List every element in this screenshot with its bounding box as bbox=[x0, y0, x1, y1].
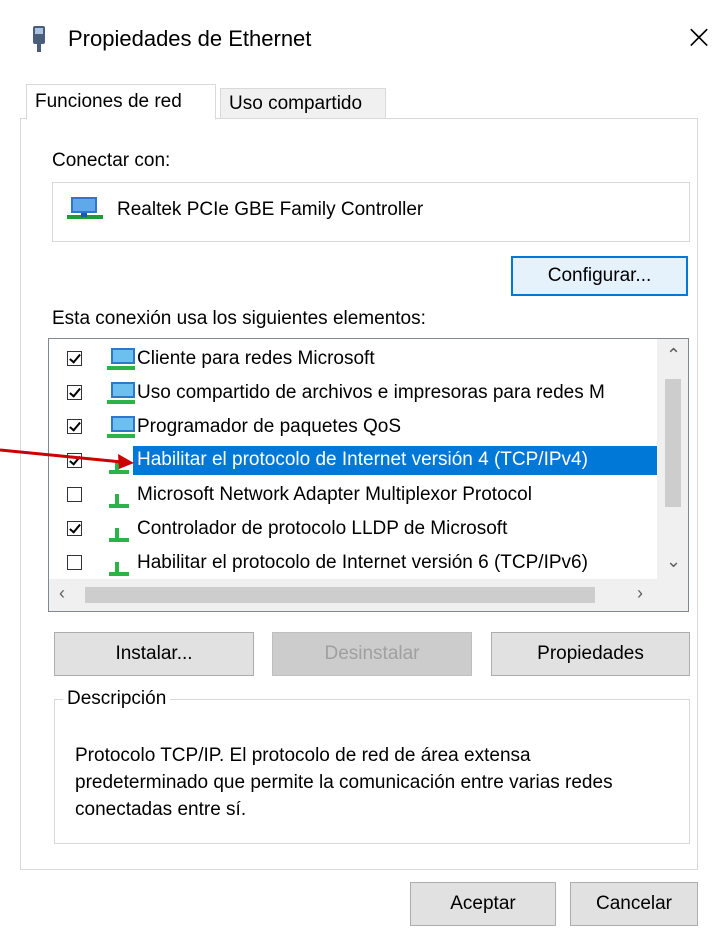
tab-uso-compartido[interactable]: Uso compartido bbox=[220, 88, 386, 119]
tab-label: Uso compartido bbox=[229, 93, 363, 114]
list-item-label: Habilitar el protocolo de Internet versi… bbox=[137, 552, 588, 573]
items-label: Esta conexión usa los siguientes element… bbox=[52, 308, 426, 329]
list-item[interactable]: Habilitar el protocolo de Internet versi… bbox=[49, 547, 659, 581]
list-item[interactable]: Programador de paquetes QoS bbox=[49, 411, 659, 445]
close-button[interactable]: × bbox=[680, 18, 718, 58]
horizontal-scrollbar[interactable]: ‹ › bbox=[49, 579, 657, 611]
close-icon: × bbox=[684, 17, 714, 57]
configure-button[interactable]: Configurar... bbox=[511, 256, 688, 296]
configure-button-label: Configurar... bbox=[547, 265, 652, 286]
title-bar: Propiedades de Ethernet × bbox=[0, 0, 718, 80]
list-item-label: Uso compartido de archivos e impresoras … bbox=[137, 382, 605, 403]
uninstall-button: Desinstalar bbox=[272, 632, 472, 676]
scroll-thumb-horizontal[interactable] bbox=[85, 587, 595, 603]
network-adapter-icon bbox=[67, 197, 103, 219]
adapter-name: Realtek PCIe GBE Family Controller bbox=[117, 199, 424, 220]
list-item-label: Microsoft Network Adapter Multiplexor Pr… bbox=[137, 484, 532, 505]
checkbox[interactable] bbox=[67, 555, 82, 570]
ethernet-plug-icon bbox=[33, 26, 45, 52]
annotation-arrow-icon bbox=[0, 448, 134, 469]
list-item-label: Programador de paquetes QoS bbox=[137, 416, 402, 437]
checkbox[interactable] bbox=[67, 521, 82, 536]
cancel-button-label: Cancelar bbox=[595, 893, 673, 914]
checkbox[interactable] bbox=[67, 487, 82, 502]
cancel-button[interactable]: Cancelar bbox=[570, 882, 698, 926]
properties-button-label: Propiedades bbox=[537, 643, 644, 664]
description-text: Protocolo TCP/IP. El protocolo de red de… bbox=[75, 745, 613, 820]
install-button-label: Instalar... bbox=[115, 643, 193, 664]
uninstall-button-label: Desinstalar bbox=[324, 643, 420, 664]
adapter-box: Realtek PCIe GBE Family Controller bbox=[52, 182, 690, 242]
checkbox[interactable] bbox=[67, 419, 82, 434]
list-item-label: Habilitar el protocolo de Internet versi… bbox=[133, 446, 661, 475]
scroll-corner bbox=[657, 579, 688, 611]
items-list: Cliente para redes Microsoft Uso compart… bbox=[48, 338, 689, 612]
scroll-down-icon[interactable]: ⌄ bbox=[666, 551, 681, 572]
scroll-right-icon[interactable]: › bbox=[637, 583, 643, 604]
list-item-label: Controlador de protocolo LLDP de Microso… bbox=[137, 518, 508, 539]
properties-button[interactable]: Propiedades bbox=[491, 632, 690, 676]
network-service-icon bbox=[107, 382, 135, 404]
checkbox[interactable] bbox=[67, 385, 82, 400]
scroll-left-icon[interactable]: ‹ bbox=[59, 583, 65, 604]
ok-button-label: Aceptar bbox=[450, 893, 516, 914]
network-service-icon bbox=[107, 416, 135, 438]
list-item-selected[interactable]: Habilitar el protocolo de Internet versi… bbox=[49, 445, 661, 479]
network-client-icon bbox=[107, 348, 135, 370]
tab-label: Funciones de red bbox=[35, 91, 182, 112]
list-item[interactable]: Uso compartido de archivos e impresoras … bbox=[49, 377, 659, 411]
list-item[interactable]: Controlador de protocolo LLDP de Microso… bbox=[49, 513, 659, 547]
vertical-scrollbar[interactable]: ⌃ ⌄ bbox=[657, 339, 688, 579]
protocol-icon bbox=[109, 494, 129, 508]
install-button[interactable]: Instalar... bbox=[54, 632, 254, 676]
list-item[interactable]: Cliente para redes Microsoft bbox=[49, 343, 659, 377]
protocol-icon bbox=[109, 528, 129, 542]
connect-label: Conectar con: bbox=[52, 150, 171, 171]
description-group: Descripción Protocolo TCP/IP. El protoco… bbox=[54, 688, 690, 844]
description-legend: Descripción bbox=[67, 688, 167, 709]
window-title: Propiedades de Ethernet bbox=[68, 26, 312, 51]
list-item[interactable]: Microsoft Network Adapter Multiplexor Pr… bbox=[49, 479, 659, 513]
checkbox[interactable] bbox=[67, 351, 82, 366]
list-item-label: Cliente para redes Microsoft bbox=[137, 348, 375, 369]
tab-funciones-de-red[interactable]: Funciones de red bbox=[26, 84, 216, 120]
scroll-thumb-vertical[interactable] bbox=[665, 379, 681, 507]
ok-button[interactable]: Aceptar bbox=[410, 882, 556, 926]
protocol-icon bbox=[109, 562, 129, 576]
scroll-up-icon[interactable]: ⌃ bbox=[666, 345, 681, 366]
